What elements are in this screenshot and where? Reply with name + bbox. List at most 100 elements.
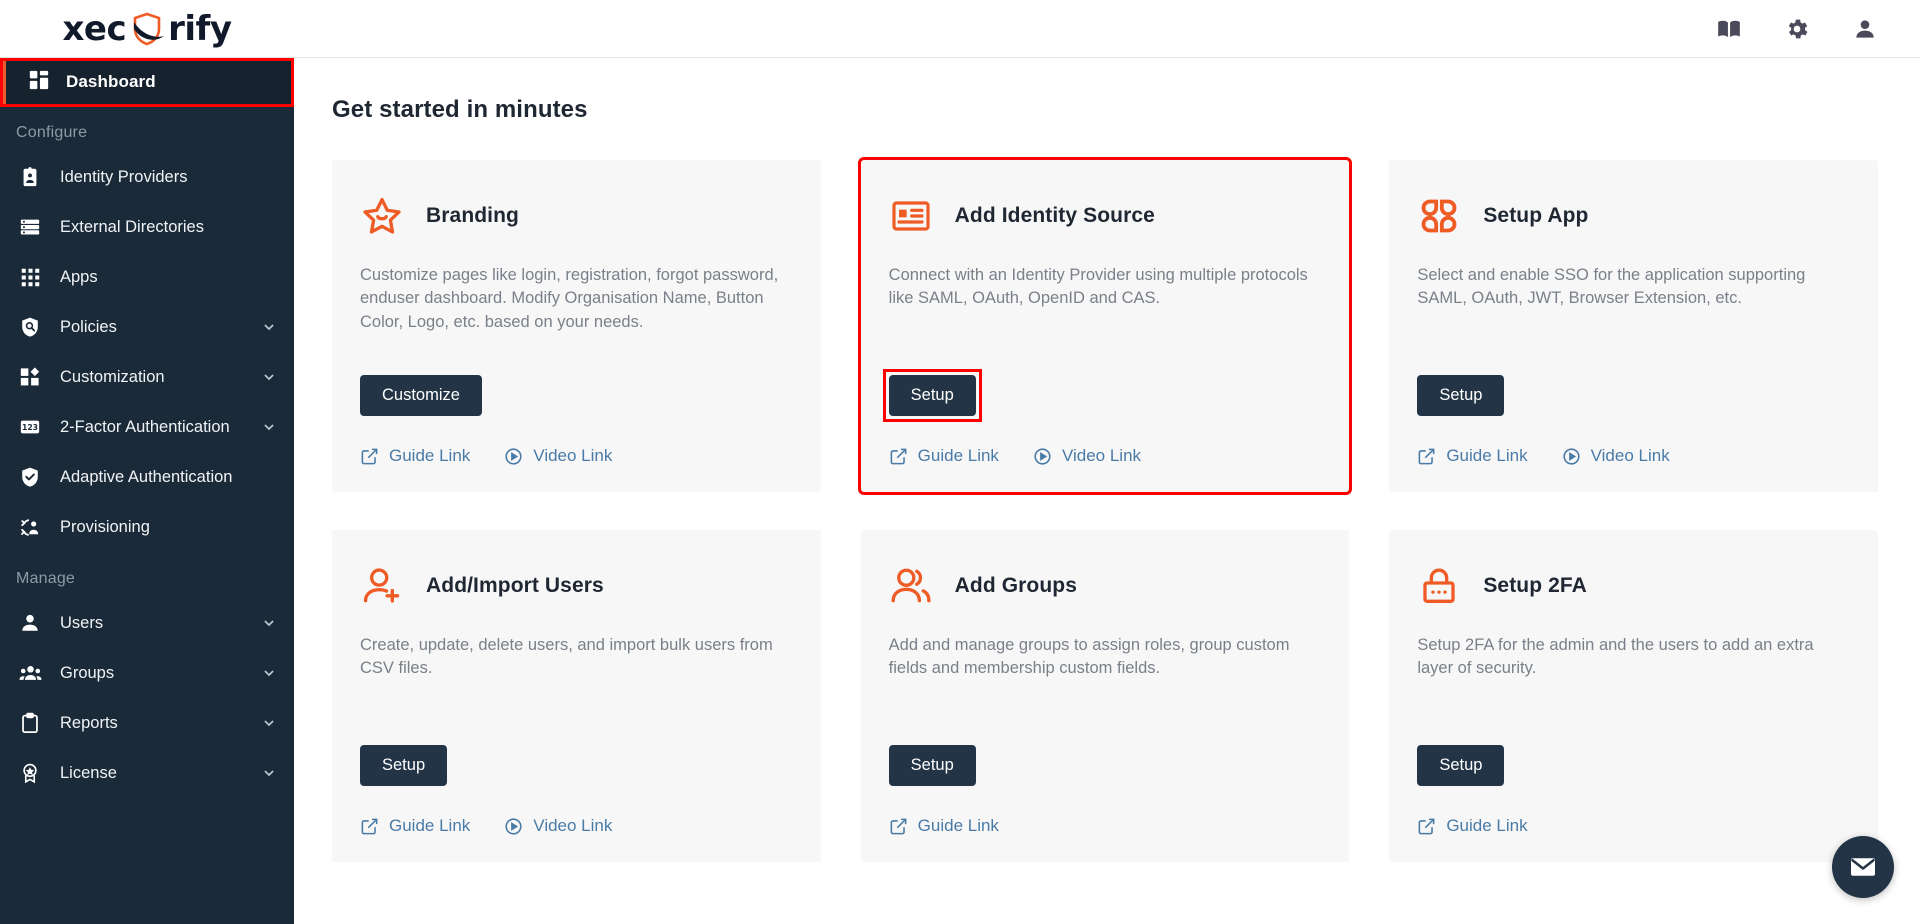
guide-link[interactable]: Guide Link [360, 816, 470, 836]
card-header: Branding [360, 194, 793, 238]
brand-text-before: xec [62, 8, 127, 49]
body-row: Dashboard Configure Identity Providers E… [0, 58, 1920, 924]
play-circle-icon [505, 817, 522, 835]
card-spacer [1417, 709, 1850, 745]
guide-link[interactable]: Guide Link [889, 446, 999, 466]
star-outline-icon [360, 194, 404, 238]
external-link-icon [890, 818, 907, 834]
video-link-label: Video Link [533, 816, 613, 835]
video-link[interactable]: Video Link [1033, 446, 1141, 466]
guide-link-label: Guide Link [389, 816, 471, 835]
sidebar-item-license[interactable]: License [0, 748, 294, 798]
brand-logo[interactable]: xec rify [0, 0, 294, 57]
provisioning-sync-icon [18, 515, 42, 539]
guide-link[interactable]: Guide Link [1417, 816, 1528, 836]
user-plus-icon [360, 564, 404, 608]
chevron-down-icon[interactable] [262, 320, 276, 334]
sidebar-item-adaptive-authentication[interactable]: Adaptive Authentication [0, 452, 294, 502]
card-links: Guide Link [1417, 816, 1850, 836]
card-spacer [889, 709, 1322, 745]
card-links: Guide Link Video Link [889, 446, 1322, 466]
brand-text-after: rify [168, 8, 232, 49]
video-link-label: Video Link [1061, 446, 1142, 465]
card-spacer [889, 339, 1322, 375]
sidebar-item-external-directories[interactable]: External Directories [0, 202, 294, 252]
sidebar-item-label: Provisioning [60, 517, 150, 536]
card-description: Create, update, delete users, and import… [360, 636, 773, 678]
sidebar-item-apps[interactable]: Apps [0, 252, 294, 302]
book-icon[interactable] [1716, 16, 1742, 42]
top-bar: xec rify [0, 0, 1920, 58]
sidebar-item-policies[interactable]: Policies [0, 302, 294, 352]
setup-button[interactable]: Setup [1417, 375, 1505, 416]
user-icon [18, 611, 42, 635]
guide-link-label: Guide Link [389, 446, 471, 465]
external-link-icon [1418, 448, 1435, 464]
card-add-groups[interactable]: Add Groups Add and manage groups to assi… [860, 530, 1350, 862]
external-link-icon [890, 448, 907, 464]
sidebar-item-customization[interactable]: Customization [0, 352, 294, 402]
card-title: Add Identity Source [954, 204, 1155, 227]
main-content: Get started in minutes Branding Customiz… [294, 58, 1920, 924]
guide-link[interactable]: Guide Link [889, 816, 999, 836]
sidebar-item-reports[interactable]: Reports [0, 698, 294, 748]
topbar-icon-group [1716, 16, 1894, 42]
sidebar-item-2fa[interactable]: 123 2-Factor Authentication [0, 402, 294, 452]
chat-widget-button[interactable] [1832, 836, 1894, 898]
video-link[interactable]: Video Link [504, 446, 612, 466]
card-description: Add and manage groups to assign roles, g… [888, 636, 1290, 678]
card-header: Setup 2FA [1417, 564, 1850, 608]
chevron-down-icon[interactable] [262, 716, 276, 730]
clipboard-icon [18, 711, 42, 735]
sidebar-item-label: Groups [60, 663, 115, 682]
sidebar-item-label: Policies [60, 317, 117, 336]
card-spacer [360, 362, 793, 375]
policy-shield-icon [18, 315, 42, 339]
sidebar-item-dashboard-label: Dashboard [66, 72, 156, 91]
sidebar-item-identity-providers[interactable]: Identity Providers [0, 152, 294, 202]
person-icon[interactable] [1852, 16, 1878, 42]
chevron-down-icon[interactable] [262, 766, 276, 780]
setup-button[interactable]: Setup [360, 745, 448, 786]
card-add-import-users[interactable]: Add/Import Users Create, update, delete … [332, 530, 821, 862]
chevron-down-icon[interactable] [262, 370, 276, 384]
two-users-icon [889, 564, 933, 608]
external-link-icon [361, 448, 378, 464]
external-link-icon [1418, 818, 1435, 834]
card-description: Customize pages like login, registration… [360, 266, 779, 331]
sidebar-section-manage-title: Manage [16, 570, 76, 587]
chevron-down-icon[interactable] [262, 666, 276, 680]
guide-link-label: Guide Link [917, 816, 999, 835]
card-links: Guide Link Video Link [1417, 446, 1850, 466]
chevron-down-icon[interactable] [262, 420, 276, 434]
envelope-icon [1851, 858, 1875, 876]
video-link[interactable]: Video Link [504, 816, 612, 836]
card-add-identity-source[interactable]: Add Identity Source Connect with an Iden… [857, 157, 1353, 495]
sidebar-item-dashboard[interactable]: Dashboard [0, 58, 294, 106]
sidebar-item-label: Reports [60, 713, 118, 732]
setup-button[interactable]: Setup [1417, 745, 1505, 786]
guide-link[interactable]: Guide Link [360, 446, 470, 466]
card-description: Select and enable SSO for the applicatio… [1417, 266, 1806, 308]
sidebar-item-label: Customization [60, 367, 165, 386]
video-link[interactable]: Video Link [1562, 446, 1670, 466]
setup-button[interactable]: Setup [888, 375, 976, 416]
card-branding[interactable]: Branding Customize pages like login, reg… [332, 160, 821, 492]
customization-icon [18, 365, 42, 389]
card-setup-2fa[interactable]: Setup 2FA Setup 2FA for the admin and th… [1389, 530, 1878, 862]
gear-icon[interactable] [1784, 16, 1810, 42]
numeric-123-icon: 123 [18, 415, 42, 439]
getting-started-grid: Branding Customize pages like login, reg… [332, 157, 1878, 862]
guide-link-label: Guide Link [1446, 446, 1528, 465]
play-circle-icon [505, 447, 522, 465]
guide-link[interactable]: Guide Link [1417, 446, 1528, 466]
chevron-down-icon[interactable] [262, 616, 276, 630]
sidebar-item-label: 2-Factor Authentication [60, 417, 230, 436]
customize-button[interactable]: Customize [360, 375, 482, 416]
sidebar-item-users[interactable]: Users [0, 598, 294, 648]
card-setup-app[interactable]: Setup App Select and enable SSO for the … [1389, 160, 1878, 492]
sidebar-item-groups[interactable]: Groups [0, 648, 294, 698]
setup-button[interactable]: Setup [888, 745, 976, 786]
sidebar-item-provisioning[interactable]: Provisioning [0, 502, 294, 552]
license-badge-icon [18, 761, 42, 785]
